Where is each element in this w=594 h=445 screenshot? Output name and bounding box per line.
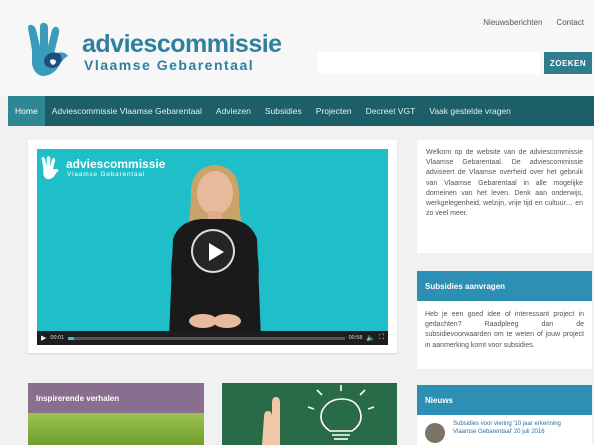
nav-item-adviezen[interactable]: Adviezen <box>209 96 258 126</box>
news-item[interactable]: Subsidies voor viering '10 jaar erkennin… <box>417 415 592 445</box>
news-card: Nieuws Subsidies voor viering '10 jaar e… <box>417 385 592 445</box>
news-card-title: Nieuws <box>417 385 592 415</box>
nav-item-subsidies[interactable]: Subsidies <box>258 96 309 126</box>
site-header: Nieuwsberichten Contact adviescommissie … <box>0 0 594 96</box>
news-thumbnail <box>425 423 445 443</box>
lightbulb-hand-image <box>222 383 397 445</box>
news-link[interactable]: Nieuwsberichten <box>483 18 542 27</box>
nav-item-home[interactable]: Home <box>8 96 45 126</box>
total-time: 00:58 <box>348 335 363 341</box>
video-logo-title: adviescommissie <box>66 157 166 171</box>
subsidies-card-title[interactable]: Subsidies aanvragen <box>417 271 592 301</box>
contact-link[interactable]: Contact <box>556 18 584 27</box>
current-time: 00:01 <box>50 335 65 341</box>
hand-logo-icon <box>28 22 68 76</box>
video-card: adviescommissie Vlaamse Gebarentaal ▶ 00… <box>28 140 397 353</box>
play-pause-icon[interactable]: ▶ <box>41 334 46 342</box>
play-icon <box>209 243 224 261</box>
main-nav: Home Adviescommissie Vlaamse Gebarentaal… <box>8 96 594 126</box>
volume-icon[interactable]: 🔈 <box>366 334 375 342</box>
search-button[interactable]: ZOEKEN <box>544 52 592 74</box>
video-logo-subtitle: Vlaamse Gebarentaal <box>67 171 146 178</box>
news-item-text[interactable]: Subsidies voor viering '10 jaar erkennin… <box>453 420 583 436</box>
nav-item-adviescommissie[interactable]: Adviescommissie Vlaamse Gebarentaal <box>45 96 209 126</box>
welcome-text: Welkom op de website van de adviescommis… <box>417 140 592 253</box>
play-button[interactable] <box>191 229 235 273</box>
site-logo[interactable]: adviescommissie Vlaamse Gebarentaal <box>26 20 282 82</box>
inspiring-stories-image <box>28 413 204 445</box>
nav-item-decreet[interactable]: Decreet VGT <box>359 96 423 126</box>
idea-card[interactable] <box>222 383 397 445</box>
inspiring-stories-title: Inspirerende verhalen <box>28 383 204 413</box>
logo-subtitle: Vlaamse Gebarentaal <box>84 57 255 73</box>
subsidies-card-text: Heb je een goed idee of interessant proj… <box>425 311 584 349</box>
inspiring-stories-card[interactable]: Inspirerende verhalen <box>28 383 204 445</box>
top-links: Nieuwsberichten Contact <box>483 18 584 27</box>
subsidies-card: Subsidies aanvragen Heb je een goed idee… <box>417 271 592 369</box>
nav-item-faq[interactable]: Vaak gestelde vragen <box>422 96 518 126</box>
video-logo: adviescommissie Vlaamse Gebarentaal <box>40 155 165 181</box>
fullscreen-icon[interactable]: ⛶ <box>379 334 384 342</box>
logo-title: adviescommissie <box>82 30 282 58</box>
video-controls: ▶ 00:01 00:58 🔈 ⛶ <box>37 331 388 345</box>
progress-fill <box>68 336 74 340</box>
video-player[interactable]: adviescommissie Vlaamse Gebarentaal ▶ 00… <box>37 149 388 345</box>
hand-logo-icon <box>41 156 59 180</box>
progress-bar[interactable] <box>68 336 345 340</box>
search-input[interactable] <box>318 52 540 74</box>
nav-item-projecten[interactable]: Projecten <box>309 96 359 126</box>
